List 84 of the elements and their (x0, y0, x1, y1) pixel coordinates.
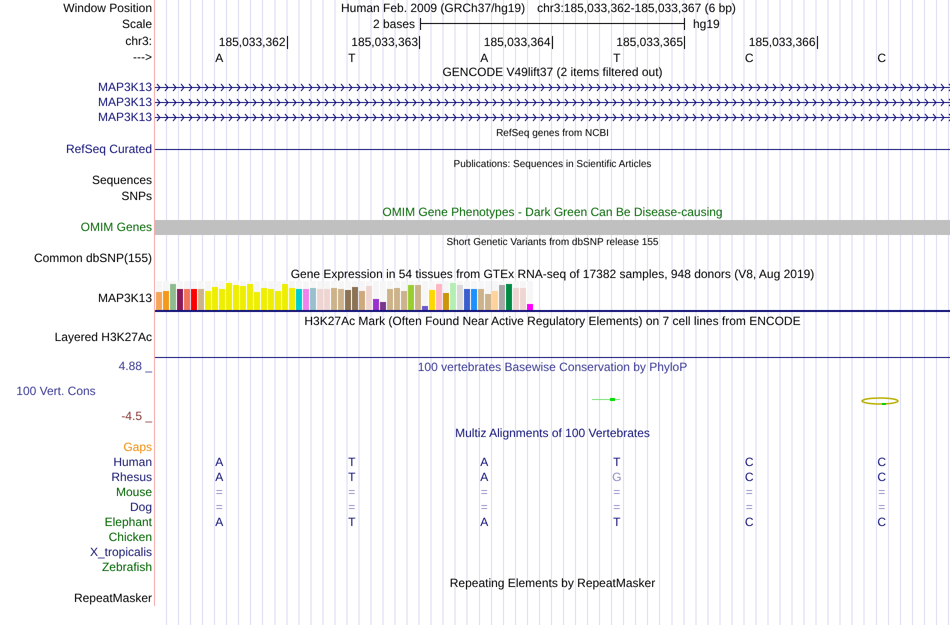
track-label: Layered H3K27Ac (54, 330, 152, 344)
base-letter: A (215, 50, 224, 64)
base-letter: C (744, 515, 754, 530)
base-letter: T (348, 470, 356, 485)
track-title: 100 vertebrates Basewise Conservation by PhyloP (416, 360, 688, 374)
base-letter: = (348, 485, 356, 500)
track-label: Sequences (92, 173, 152, 188)
track-label: Common dbSNP(155) (34, 251, 152, 266)
base-letter: = (216, 500, 223, 515)
gene-label: MAP3K13 (98, 80, 152, 95)
base-letter: G (612, 470, 622, 485)
track-title: RefSeq genes from NCBI (495, 127, 610, 141)
base-letter: C (877, 50, 886, 64)
base-letter: A (215, 515, 224, 530)
base-letter: = (746, 500, 753, 515)
axis-label: 4.88 _ (118, 359, 152, 373)
base-letter: C (877, 515, 886, 530)
track-title: OMIM Gene Phenotypes - Dark Green Can Be Disease-causing (381, 204, 724, 220)
position-text: chr3:185,033,362-185,033,367 (6 bp) (537, 0, 736, 16)
coordinate-label: 185,033,365 (616, 36, 685, 48)
base-letter: C (744, 470, 754, 485)
base-letter: C (877, 455, 886, 470)
species-label: Human (113, 455, 152, 470)
gene-label: MAP3K13 (98, 110, 152, 125)
coordinate-label: 185,033,362 (218, 36, 288, 48)
base-letter: A (480, 50, 488, 64)
track-label: 100 Vert. Cons (16, 384, 96, 398)
conservation-mark (861, 397, 899, 405)
base-letter: T (348, 515, 356, 530)
track-title: Gene Expression in 54 tissues from GTEx RNA-seq of 17382 samples, 948 donors (V8, Aug 2019) (290, 266, 816, 283)
base-letter: T (613, 515, 620, 530)
track-label: Window Position (63, 0, 152, 16)
axis-label: -4.5 _ (121, 409, 152, 423)
track-title: Repeating Elements by RepeatMasker (448, 575, 656, 591)
base-letter: = (480, 500, 488, 515)
species-label: X_tropicalis (90, 545, 152, 560)
base-letter: T (613, 50, 620, 64)
track-title: H3K27Ac Mark (Often Found Near Active Regulatory Elements) on 7 cell lines from ENCODE (303, 313, 802, 330)
base-letter: T (348, 50, 356, 64)
gene-label: MAP3K13 (98, 95, 152, 110)
base-letter: C (877, 470, 886, 485)
track-label: ---> (133, 50, 152, 65)
track-title: Publications: Sequences in Scientific Articles (452, 158, 652, 172)
track-label: RepeatMasker (74, 591, 152, 606)
base-letter: A (480, 470, 488, 485)
assembly-label: hg19 (692, 17, 720, 31)
base-letter: = (216, 485, 223, 500)
base-letter: C (744, 50, 754, 64)
track-label: Scale (122, 16, 152, 32)
track-title: Multiz Alignments of 100 Vertebrates (454, 426, 651, 440)
base-letter: A (215, 470, 224, 485)
track-label: chr3: (125, 33, 152, 50)
conservation-mark (592, 398, 620, 401)
species-label: Dog (130, 500, 152, 515)
track-label: SNPs (121, 188, 152, 204)
base-letter: T (348, 455, 356, 470)
assembly-title: Human Feb. 2009 (GRCh37/hg19) (341, 0, 526, 16)
species-label: Mouse (116, 485, 152, 500)
base-letter: C (744, 455, 754, 470)
base-letter: = (746, 485, 753, 500)
base-letter: A (215, 455, 224, 470)
base-letter: T (613, 455, 620, 470)
species-label: Zebrafish (102, 560, 152, 575)
species-label: Elephant (104, 515, 152, 530)
coordinate-label: 185,033,363 (351, 36, 420, 48)
base-letter: A (480, 515, 488, 530)
coordinate-label: 185,033,364 (484, 36, 552, 48)
track-title: Short Genetic Variants from dbSNP release 155 (446, 236, 660, 250)
species-label: Gaps (123, 440, 152, 455)
species-label: Chicken (108, 530, 152, 545)
species-label: Rhesus (111, 470, 152, 485)
track-title: GENCODE V49lift37 (2 items filtered out) (441, 65, 664, 80)
base-letter: = (613, 485, 620, 500)
base-letter: = (480, 485, 488, 500)
track-label: OMIM Genes (80, 220, 152, 235)
base-letter: = (613, 500, 620, 515)
base-letter: = (878, 500, 886, 515)
track-label: RefSeq Curated (66, 142, 152, 157)
coordinate-label: 185,033,366 (748, 36, 818, 48)
scale-label: 2 bases (372, 17, 416, 31)
gene-label: MAP3K13 (98, 290, 152, 304)
base-letter: = (878, 485, 886, 500)
base-letter: = (348, 500, 356, 515)
base-letter: A (480, 455, 488, 470)
